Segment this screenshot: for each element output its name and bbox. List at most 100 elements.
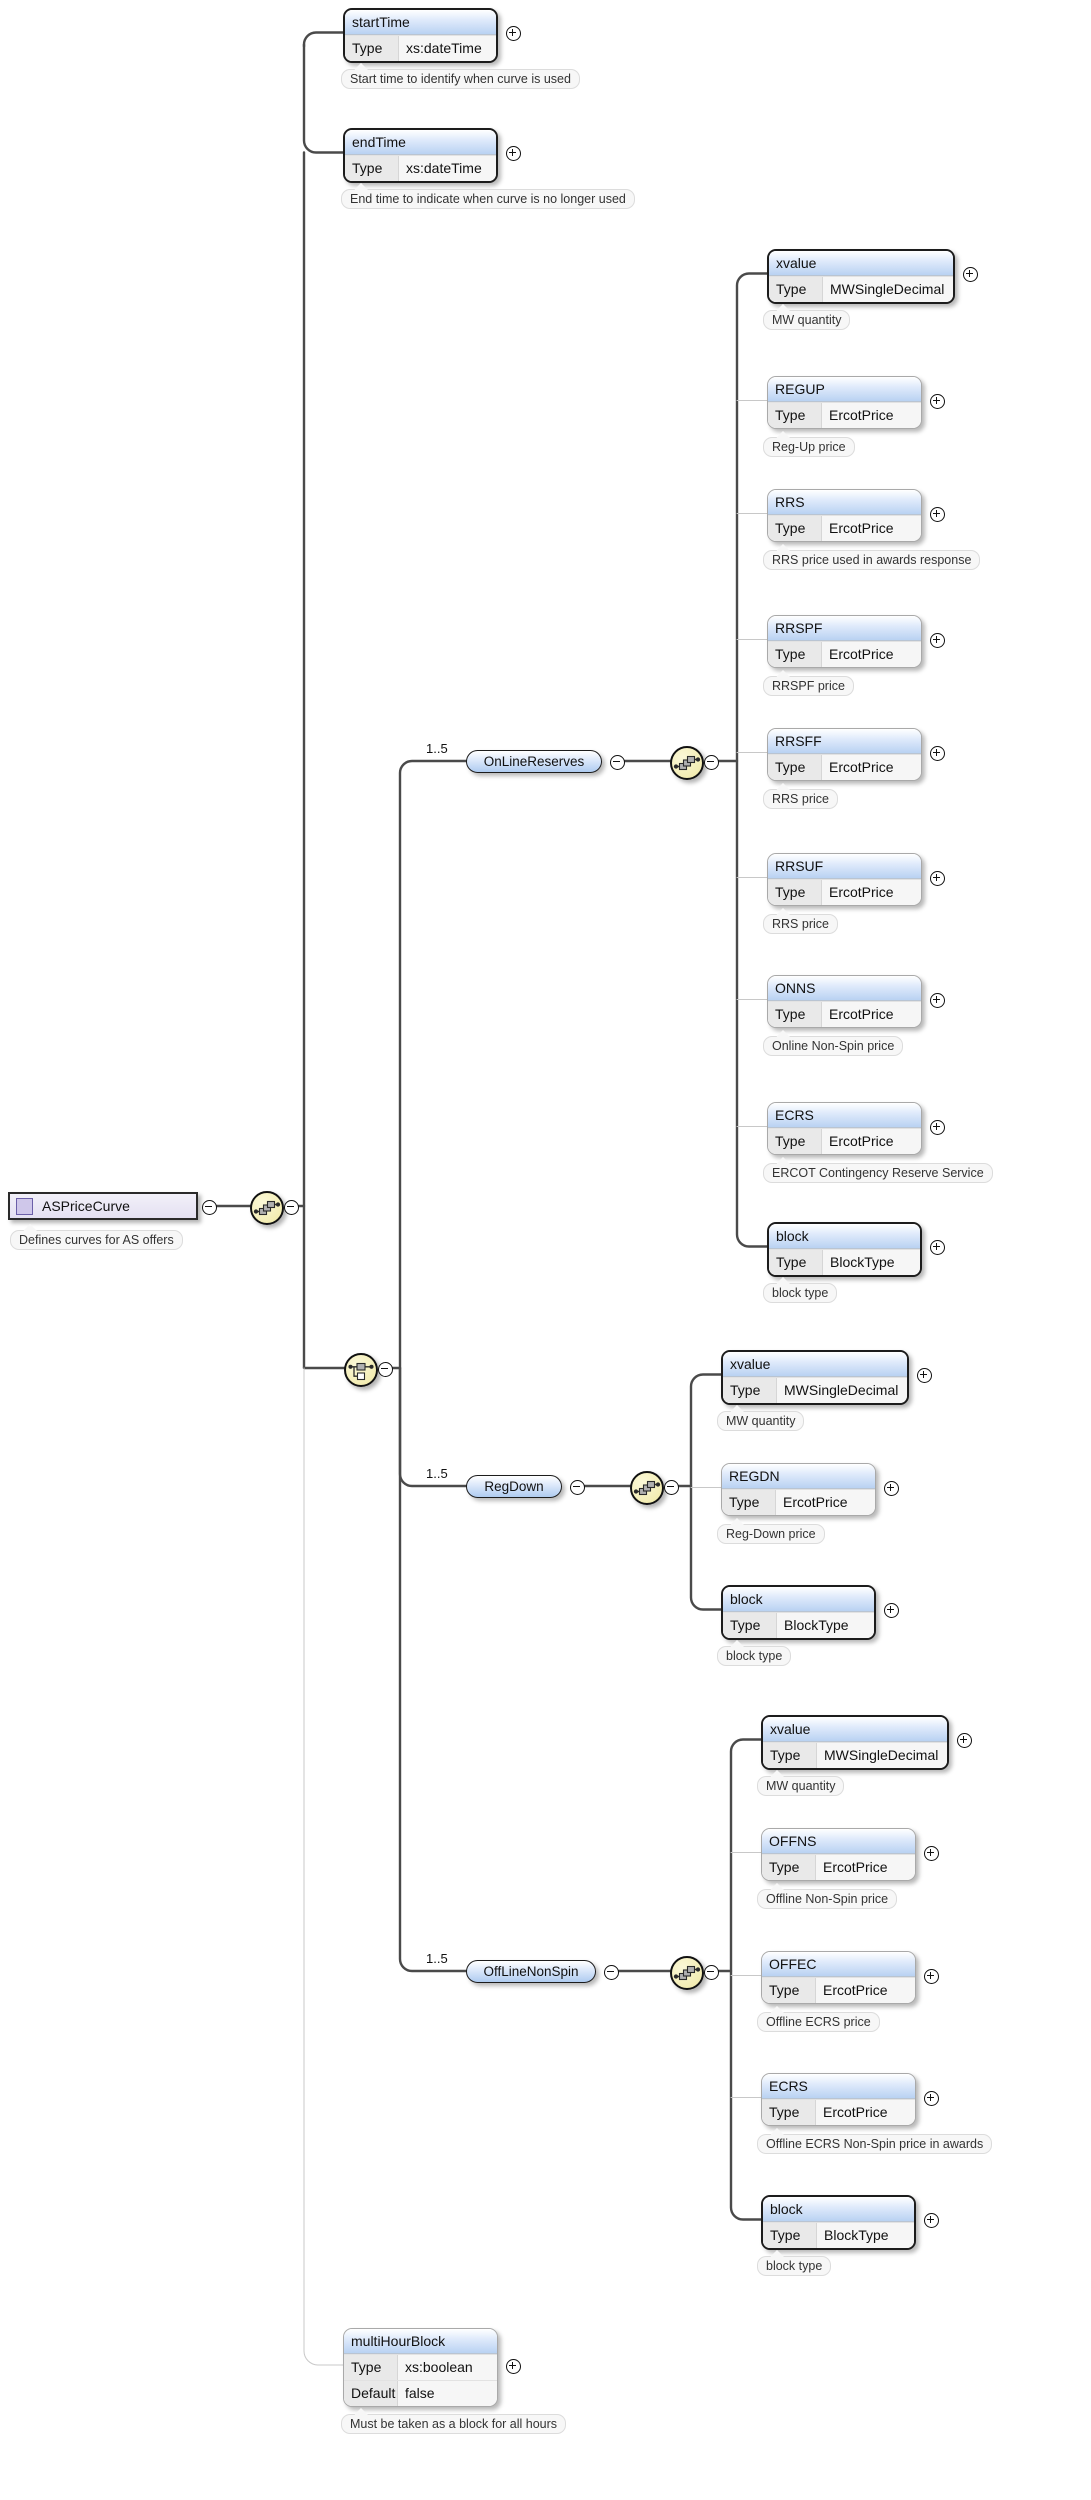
property-key: Type	[722, 1490, 776, 1515]
compositor-regdown-toggle[interactable]	[664, 1479, 679, 1495]
element-node-offline-xvalue[interactable]: xvalue Type MWSingleDecimal	[761, 1715, 949, 1770]
toggle-offline-ECRS[interactable]	[924, 2091, 939, 2106]
node-name-label: RRSUF	[768, 854, 921, 879]
property-key: Type	[768, 1129, 822, 1154]
root-element-node[interactable]: ASPriceCurve	[8, 1192, 198, 1220]
node-property-row: Type ErcotPrice	[768, 879, 921, 905]
toggle-offline-block[interactable]	[924, 2213, 939, 2228]
element-node-offline-block[interactable]: block Type BlockType	[761, 2195, 916, 2250]
node-name-label: ONNS	[768, 976, 921, 1001]
property-value: BlockType	[830, 1254, 895, 1270]
annotation-text: MW quantity	[766, 1779, 836, 1793]
node-name-label: block	[763, 2197, 914, 2222]
toggle-multiHourBlock[interactable]	[506, 2358, 521, 2374]
element-node-online-RRSUF[interactable]: RRSUF Type ErcotPrice	[767, 853, 922, 906]
root-annotation: Defines curves for AS offers	[10, 1224, 183, 1250]
node-property-row: Type ErcotPrice	[768, 402, 921, 428]
element-node-regdown-xvalue[interactable]: xvalue Type MWSingleDecimal	[721, 1350, 909, 1405]
compositor-sequence-offline[interactable]	[670, 1956, 704, 1990]
toggle-offline-OFFNS[interactable]	[924, 1846, 939, 1861]
toggle-regdown-block[interactable]	[884, 1603, 899, 1618]
annotation-text: Reg-Up price	[772, 440, 846, 454]
cardinality-offline: 1..5	[426, 1951, 448, 1966]
annotation-pointer	[354, 2408, 368, 2415]
toggle-regdown-REGDN[interactable]	[884, 1481, 899, 1496]
compositor-offline-toggle[interactable]	[704, 1964, 719, 1980]
element-node-online-block[interactable]: block Type BlockType	[767, 1222, 922, 1277]
compositor-sequence-online[interactable]	[670, 746, 704, 780]
toggle-regdown[interactable]	[570, 1479, 585, 1495]
toggle-offline[interactable]	[604, 1964, 619, 1980]
element-node-offline-ECRS[interactable]: ECRS Type ErcotPrice	[761, 2073, 916, 2126]
property-value: ErcotPrice	[829, 759, 894, 775]
toggle-endTime[interactable]	[506, 146, 521, 161]
property-key: Type	[769, 277, 823, 302]
annotation-regdown-REGDN: Reg-Down price	[717, 1518, 825, 1544]
property-key: Type	[768, 403, 822, 428]
schema-diagram-canvas: ASPriceCurve Defines curves for AS offers…	[0, 0, 1091, 2500]
toggle-startTime[interactable]	[506, 26, 521, 41]
toggle-online-ONNS[interactable]	[930, 993, 945, 1008]
branch-pill-online[interactable]: OnLineReserves	[466, 749, 602, 773]
toggle-online-REGUP[interactable]	[930, 394, 945, 409]
node-name-label: ECRS	[768, 1103, 921, 1128]
element-node-regdown-REGDN[interactable]: REGDN Type ErcotPrice	[721, 1463, 876, 1516]
node-property-row: Type ErcotPrice	[762, 1854, 915, 1880]
node-name-label: RRSPF	[768, 616, 921, 641]
property-value: ErcotPrice	[829, 1133, 894, 1149]
property-value: ErcotPrice	[823, 1859, 888, 1875]
property-key: Type	[762, 2100, 816, 2125]
toggle-online-RRSPF[interactable]	[930, 633, 945, 648]
toggle-online-RRSFF[interactable]	[930, 746, 945, 761]
element-node-online-xvalue[interactable]: xvalue Type MWSingleDecimal	[767, 249, 955, 304]
node-name-label: block	[769, 1224, 920, 1249]
element-node-online-RRS[interactable]: RRS Type ErcotPrice	[767, 489, 922, 542]
annotation-pointer	[730, 1640, 744, 1647]
toggle-online-block[interactable]	[930, 1240, 945, 1255]
element-node-online-ECRS[interactable]: ECRS Type ErcotPrice	[767, 1102, 922, 1155]
element-node-regdown-block[interactable]: block Type BlockType	[721, 1585, 876, 1640]
toggle-online[interactable]	[610, 754, 625, 770]
annotation-text: RRSPF price	[772, 679, 845, 693]
element-node-endTime[interactable]: endTime Type xs:dateTime	[343, 128, 498, 183]
node-property-row: Type ErcotPrice	[722, 1489, 875, 1515]
node-property-row: Type ErcotPrice	[768, 754, 921, 780]
compositor-choice-toggle[interactable]	[378, 1361, 393, 1377]
compositor-sequence-root[interactable]	[250, 1191, 284, 1225]
branch-pill-regdown[interactable]: RegDown	[466, 1474, 562, 1498]
compositor-sequence-regdown[interactable]	[630, 1471, 664, 1505]
property-key: Type	[762, 1978, 816, 2003]
branch-pill-offline[interactable]: OffLineNonSpin	[466, 1959, 596, 1983]
toggle-offline-xvalue[interactable]	[957, 1733, 972, 1748]
compositor-choice-main[interactable]	[344, 1353, 378, 1387]
element-node-offline-OFFEC[interactable]: OFFEC Type ErcotPrice	[761, 1951, 916, 2004]
element-node-startTime[interactable]: startTime Type xs:dateTime	[343, 8, 498, 63]
compositor-root-toggle[interactable]	[284, 1199, 299, 1215]
element-node-online-ONNS[interactable]: ONNS Type ErcotPrice	[767, 975, 922, 1028]
annotation-pointer	[776, 783, 790, 790]
annotation-startTime: Start time to identify when curve is use…	[341, 63, 580, 89]
property-key: Type	[763, 1743, 817, 1768]
toggle-online-xvalue[interactable]	[963, 267, 978, 282]
toggle-online-RRS[interactable]	[930, 507, 945, 522]
toggle-offline-OFFEC[interactable]	[924, 1969, 939, 1984]
annotation-pointer	[776, 1277, 790, 1284]
property-key: Type	[768, 516, 822, 541]
element-node-online-RRSFF[interactable]: RRSFF Type ErcotPrice	[767, 728, 922, 781]
element-node-multiHourBlock[interactable]: multiHourBlock Type xs:boolean Default false	[343, 2328, 498, 2407]
annotation-online-block: block type	[763, 1277, 838, 1303]
property-value: ErcotPrice	[829, 407, 894, 423]
property-key: Type	[768, 642, 822, 667]
property-key: Type	[723, 1378, 777, 1403]
element-node-offline-OFFNS[interactable]: OFFNS Type ErcotPrice	[761, 1828, 916, 1881]
root-toggle-button[interactable]	[202, 1199, 217, 1215]
element-node-online-RRSPF[interactable]: RRSPF Type ErcotPrice	[767, 615, 922, 668]
element-node-online-REGUP[interactable]: REGUP Type ErcotPrice	[767, 376, 922, 429]
compositor-online-toggle[interactable]	[704, 754, 719, 770]
toggle-online-ECRS[interactable]	[930, 1120, 945, 1135]
property-value: MWSingleDecimal	[784, 1382, 899, 1398]
toggle-regdown-xvalue[interactable]	[917, 1368, 932, 1383]
annotation-online-RRSUF: RRS price	[763, 908, 838, 934]
annotation-pointer	[770, 2250, 784, 2257]
toggle-online-RRSUF[interactable]	[930, 871, 945, 886]
